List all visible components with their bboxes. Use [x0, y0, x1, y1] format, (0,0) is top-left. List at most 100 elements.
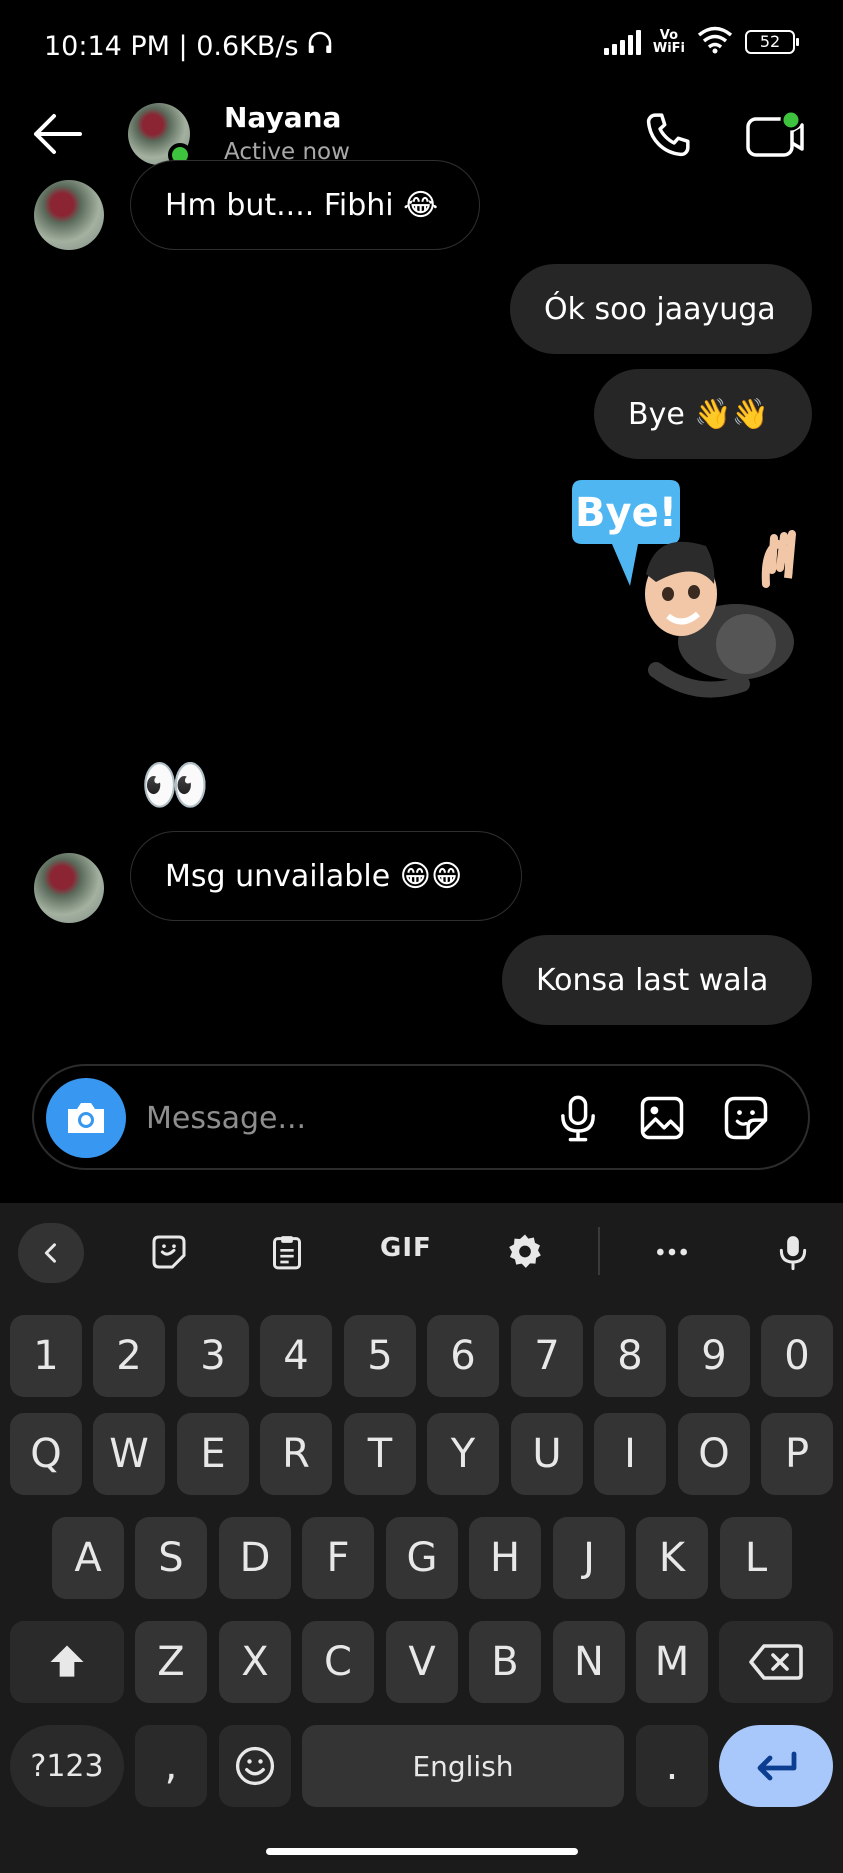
voice-call-button[interactable] — [640, 107, 696, 163]
key-r[interactable]: R — [260, 1413, 332, 1495]
emoji-key[interactable] — [219, 1725, 291, 1807]
key-u[interactable]: U — [511, 1413, 583, 1495]
key-x[interactable]: X — [219, 1621, 291, 1703]
key-z[interactable]: Z — [135, 1621, 207, 1703]
bye-sticker[interactable]: Bye! — [556, 474, 816, 714]
keyboard-collapse-button[interactable] — [18, 1223, 84, 1283]
vowifi-bottom: WiFi — [652, 41, 685, 56]
key-t[interactable]: T — [344, 1413, 416, 1495]
message-text: Ók soo jaayuga — [544, 291, 776, 327]
outgoing-message[interactable]: Bye 👋👋 — [594, 369, 812, 459]
outgoing-message[interactable]: Ók soo jaayuga — [510, 264, 812, 354]
avatar-sticker-image: Bye! — [572, 480, 796, 698]
key-a[interactable]: A — [52, 1517, 124, 1599]
key-s[interactable]: S — [135, 1517, 207, 1599]
image-icon — [640, 1096, 684, 1140]
key-5[interactable]: 5 — [344, 1315, 416, 1397]
key-2[interactable]: 2 — [93, 1315, 165, 1397]
gif-button[interactable]: GIF — [380, 1233, 432, 1263]
more-options-button[interactable] — [649, 1229, 695, 1275]
message-text: Hm but.... Fibhi 😂 — [165, 187, 439, 223]
key-7[interactable]: 7 — [511, 1315, 583, 1397]
enter-arrow-icon — [757, 1751, 797, 1781]
space-key[interactable]: English — [302, 1725, 624, 1807]
back-button[interactable] — [30, 109, 90, 159]
sticker-button[interactable] — [720, 1092, 772, 1144]
camera-button[interactable] — [46, 1078, 126, 1158]
sender-avatar[interactable] — [34, 853, 104, 923]
key-f[interactable]: F — [302, 1517, 374, 1599]
home-indicator[interactable] — [266, 1848, 578, 1855]
voice-message-button[interactable] — [552, 1092, 604, 1144]
key-p[interactable]: P — [761, 1413, 833, 1495]
camera-icon — [68, 1103, 104, 1133]
message-text: Konsa last wala — [536, 962, 769, 998]
key-m[interactable]: M — [636, 1621, 708, 1703]
shift-key[interactable] — [10, 1621, 124, 1703]
status-left: 10:14 PM | 0.6KB/s — [44, 28, 335, 65]
message-composer — [32, 1064, 810, 1170]
key-9[interactable]: 9 — [678, 1315, 750, 1397]
key-w[interactable]: W — [93, 1413, 165, 1495]
enter-key[interactable] — [719, 1725, 833, 1807]
chevron-left-icon — [44, 1243, 56, 1263]
symbols-key[interactable]: ?123 — [10, 1725, 124, 1807]
key-6[interactable]: 6 — [427, 1315, 499, 1397]
key-k[interactable]: K — [636, 1517, 708, 1599]
signal-icon — [603, 29, 641, 55]
toolbar-divider — [598, 1227, 600, 1275]
clipboard-button[interactable] — [264, 1229, 310, 1275]
key-e[interactable]: E — [177, 1413, 249, 1495]
incoming-message[interactable]: Hm but.... Fibhi 😂 — [130, 160, 480, 250]
microphone-icon — [561, 1095, 595, 1142]
key-0[interactable]: 0 — [761, 1315, 833, 1397]
key-v[interactable]: V — [386, 1621, 458, 1703]
video-call-button[interactable] — [744, 107, 806, 163]
message-input[interactable] — [146, 1094, 546, 1142]
period-key[interactable]: . — [636, 1725, 708, 1807]
sticker-icon — [152, 1235, 186, 1269]
headphones-icon — [305, 28, 335, 65]
voice-typing-button[interactable] — [770, 1229, 816, 1275]
sticker-text: Bye! — [575, 490, 677, 536]
keyboard-sticker-button[interactable] — [146, 1229, 192, 1275]
keyboard: GIF 1 2 3 4 5 6 7 8 9 0 Q W E R T Y U I … — [0, 1203, 843, 1873]
key-3[interactable]: 3 — [177, 1315, 249, 1397]
sticker-icon — [724, 1096, 768, 1140]
outgoing-message[interactable]: Konsa last wala — [502, 935, 812, 1025]
key-h[interactable]: H — [469, 1517, 541, 1599]
emoji-message[interactable]: 👀 — [140, 752, 210, 818]
key-l[interactable]: L — [720, 1517, 792, 1599]
key-8[interactable]: 8 — [594, 1315, 666, 1397]
contact-name[interactable]: Nayana — [224, 101, 341, 134]
sender-avatar[interactable] — [34, 180, 104, 250]
backspace-icon — [749, 1644, 803, 1680]
wifi-icon — [697, 26, 733, 58]
message-emoji: 👀 — [140, 753, 210, 818]
key-y[interactable]: Y — [427, 1413, 499, 1495]
key-o[interactable]: O — [678, 1413, 750, 1495]
arrow-left-icon — [34, 114, 82, 154]
status-right: Vo WiFi 52 — [603, 26, 799, 58]
backspace-key[interactable] — [719, 1621, 833, 1703]
key-j[interactable]: J — [553, 1517, 625, 1599]
battery-icon: 52 — [745, 30, 799, 54]
key-1[interactable]: 1 — [10, 1315, 82, 1397]
incoming-message[interactable]: Msg unvailable 😁😁 — [130, 831, 522, 921]
gallery-button[interactable] — [636, 1092, 688, 1144]
key-n[interactable]: N — [553, 1621, 625, 1703]
key-g[interactable]: G — [386, 1517, 458, 1599]
key-i[interactable]: I — [594, 1413, 666, 1495]
shift-arrow-icon — [50, 1645, 84, 1677]
comma-key[interactable]: , — [135, 1725, 207, 1807]
key-q[interactable]: Q — [10, 1413, 82, 1495]
phone-icon — [646, 113, 690, 157]
message-text: Bye 👋👋 — [628, 396, 770, 432]
key-b[interactable]: B — [469, 1621, 541, 1703]
key-4[interactable]: 4 — [260, 1315, 332, 1397]
key-c[interactable]: C — [302, 1621, 374, 1703]
keyboard-settings-button[interactable] — [502, 1229, 548, 1275]
vowifi-icon: Vo WiFi — [653, 29, 685, 55]
key-d[interactable]: D — [219, 1517, 291, 1599]
clipboard-icon — [273, 1236, 301, 1270]
